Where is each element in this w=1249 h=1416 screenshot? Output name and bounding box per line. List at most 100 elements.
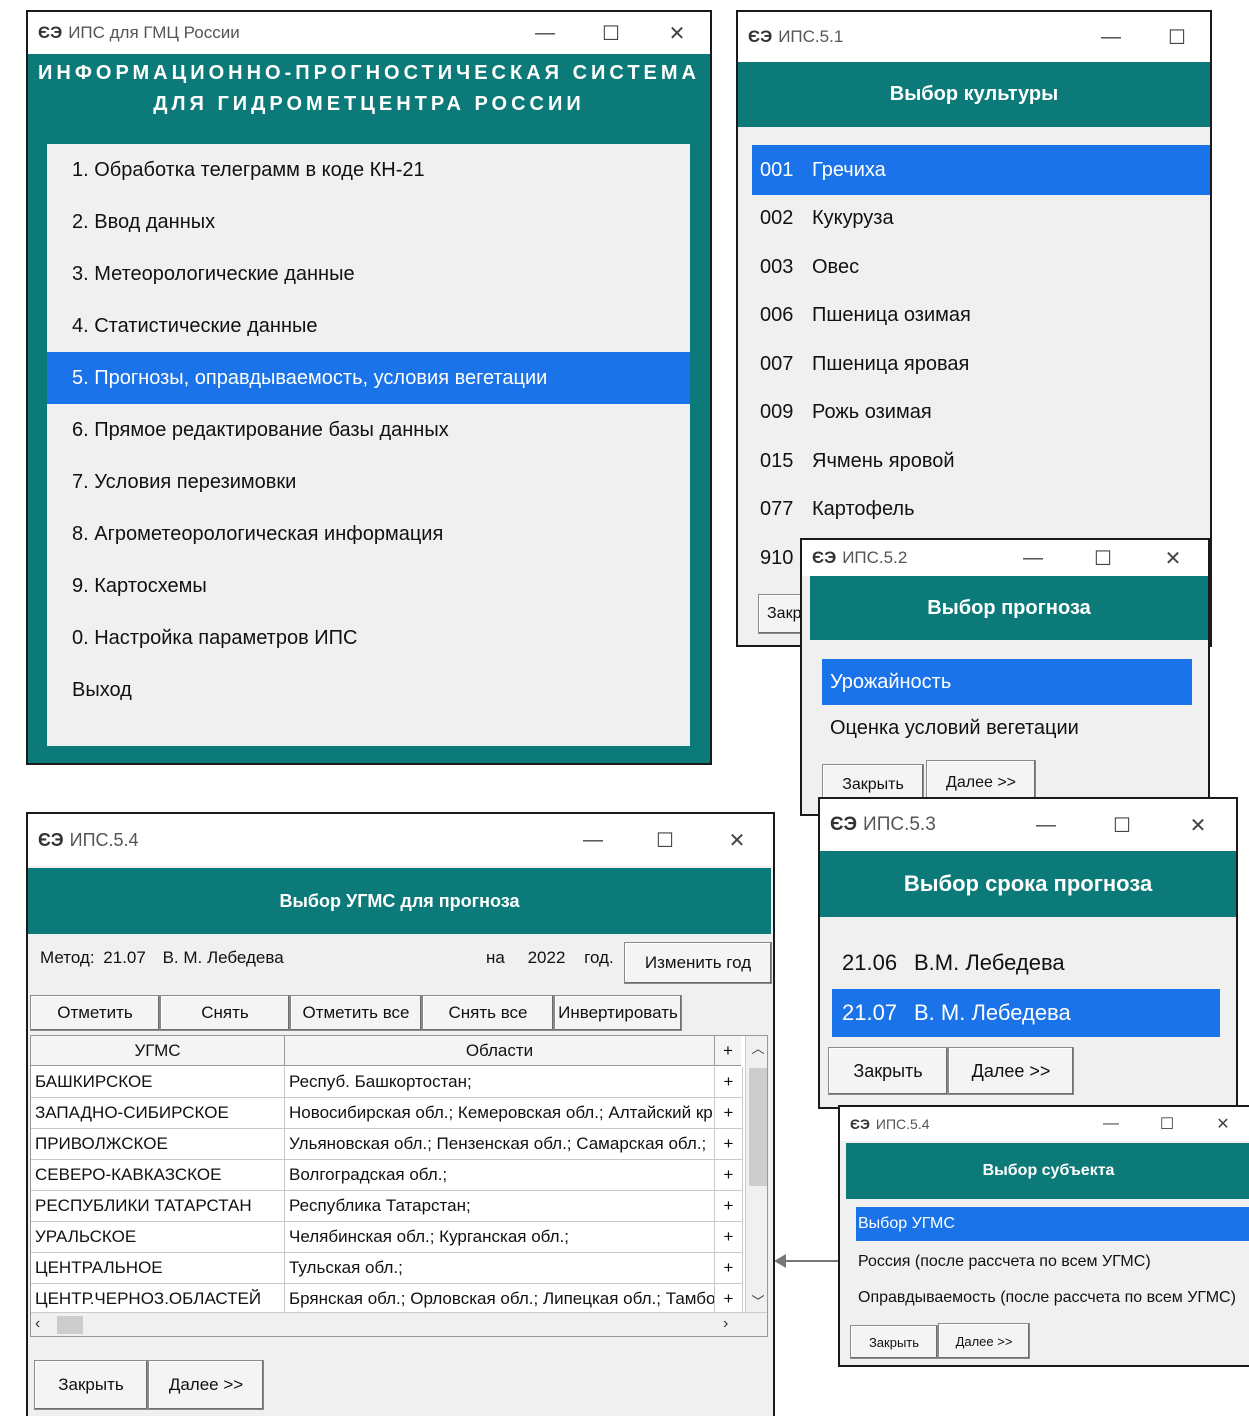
- subject-close-button[interactable]: Закрыть: [850, 1325, 938, 1359]
- forecast-titlebar[interactable]: ЄЭ ИПС.5.2 — ☐ ✕: [802, 540, 1208, 576]
- horizontal-scrollbar[interactable]: ‹ ›: [31, 1312, 767, 1336]
- maximize-icon[interactable]: ☐: [1084, 813, 1160, 838]
- cell-mark[interactable]: +: [715, 1129, 743, 1159]
- term-titlebar[interactable]: ЄЭ ИПС.5.3 — ☐ ✕: [820, 799, 1236, 851]
- table-row[interactable]: ЦЕНТР.ЧЕРНОЗ.ОБЛАСТЕЙ Брянская обл.; Орло…: [31, 1284, 743, 1315]
- culture-code: 006: [760, 304, 794, 326]
- menu-item-1[interactable]: 1. Обработка телеграмм в коде КН-21: [47, 144, 690, 196]
- method-code: 21.07: [103, 948, 146, 967]
- table-row[interactable]: БАШКИРСКОЕ Респуб. Башкортостан; +: [31, 1067, 743, 1098]
- menu-item-3[interactable]: 3. Метеорологические данные: [47, 248, 690, 300]
- column-header-mark[interactable]: +: [715, 1036, 741, 1065]
- cell-mark[interactable]: +: [715, 1253, 743, 1283]
- scroll-left-icon[interactable]: ‹: [35, 1315, 40, 1333]
- ugms-close-button[interactable]: Закрыть: [34, 1360, 148, 1410]
- culture-item-001[interactable]: 001 Гречиха: [752, 145, 1210, 195]
- close-icon[interactable]: ✕: [701, 828, 773, 853]
- menu-item-8[interactable]: 8. Агрометеорологическая информация: [47, 508, 690, 560]
- culture-item-002[interactable]: 002 Кукуруза: [752, 194, 1210, 244]
- toolbar-button-3[interactable]: Отметить все: [290, 995, 422, 1031]
- forecast-item-yield[interactable]: Урожайность: [822, 659, 1192, 705]
- toolbar-button-1[interactable]: Отметить: [30, 995, 160, 1031]
- close-icon[interactable]: ✕: [1138, 546, 1208, 571]
- maximize-icon[interactable]: ☐: [1068, 546, 1138, 571]
- culture-titlebar[interactable]: ЄЭ ИПС.5.1 — ☐: [738, 12, 1210, 62]
- table-row[interactable]: УРАЛЬСКОЕ Челябинская обл.; Курганская об…: [31, 1222, 743, 1253]
- scroll-right-icon[interactable]: ›: [723, 1315, 728, 1333]
- close-icon[interactable]: ✕: [1195, 1114, 1249, 1134]
- culture-name: Картофель: [812, 498, 915, 520]
- menu-item-6[interactable]: 6. Прямое редактирование базы данных: [47, 404, 690, 456]
- cell-mark[interactable]: +: [715, 1098, 743, 1128]
- culture-item-003[interactable]: 003 Овес: [752, 242, 1210, 292]
- term-item-2106[interactable]: 21.06 В.М. Лебедева: [834, 941, 1220, 985]
- scroll-thumb[interactable]: [749, 1068, 767, 1186]
- menu-item-4[interactable]: 4. Статистические данные: [47, 300, 690, 352]
- term-next-button[interactable]: Далее >>: [948, 1047, 1074, 1095]
- minimize-icon[interactable]: —: [1083, 1115, 1139, 1133]
- scroll-thumb-h[interactable]: [57, 1316, 83, 1334]
- cell-mark[interactable]: +: [715, 1222, 743, 1252]
- subject-item-russia[interactable]: Россия (после рассчета по всем УГМС): [856, 1245, 1249, 1279]
- ugms-next-button[interactable]: Далее >>: [148, 1360, 264, 1410]
- menu-item-11[interactable]: Выход: [47, 664, 690, 716]
- menu-item-5[interactable]: 5. Прогнозы, оправдываемость, условия ве…: [47, 352, 690, 404]
- toolbar-button-5[interactable]: Инвертировать: [554, 995, 682, 1031]
- maximize-icon[interactable]: ☐: [1144, 25, 1210, 50]
- cell-mark[interactable]: +: [715, 1160, 743, 1190]
- cell-mark[interactable]: +: [715, 1067, 743, 1097]
- close-icon[interactable]: ✕: [1160, 813, 1236, 838]
- forecast-item-vegetation[interactable]: Оценка условий вегетации: [822, 706, 1192, 750]
- culture-code: 007: [760, 352, 794, 375]
- ugms-header: Выбор УГМС для прогноза: [28, 868, 771, 934]
- scroll-down-icon[interactable]: ﹀: [746, 1291, 767, 1310]
- minimize-icon[interactable]: —: [557, 829, 629, 852]
- minimize-icon[interactable]: —: [998, 547, 1068, 570]
- forecast-item-label: Оценка условий вегетации: [830, 716, 1079, 739]
- minimize-icon[interactable]: —: [512, 22, 578, 45]
- close-icon[interactable]: ✕: [644, 21, 710, 46]
- subject-item-ugms[interactable]: Выбор УГМС: [856, 1207, 1249, 1241]
- main-titlebar[interactable]: ЄЭ ИПС для ГМЦ России — ☐ ✕: [28, 12, 710, 54]
- cell-ugms: БАШКИРСКОЕ: [31, 1067, 285, 1097]
- table-row[interactable]: ПРИВОЛЖСКОЕ Ульяновская обл.; Пензенская …: [31, 1129, 743, 1160]
- minimize-icon[interactable]: —: [1078, 26, 1144, 49]
- term-close-button[interactable]: Закрыть: [828, 1047, 948, 1095]
- subject-titlebar[interactable]: ЄЭ ИПС.5.4 — ☐ ✕: [840, 1107, 1249, 1141]
- column-header-regions[interactable]: Области: [285, 1036, 715, 1065]
- subject-header: Выбор субъекта: [846, 1143, 1249, 1199]
- table-row[interactable]: РЕСПУБЛИКИ ТАТАРСТАН Республика Татарстан…: [31, 1191, 743, 1222]
- subject-next-button[interactable]: Далее >>: [938, 1323, 1030, 1359]
- cell-regions: Тульская обл.;: [285, 1253, 715, 1283]
- table-row[interactable]: СЕВЕРО-КАВКАЗСКОЕ Волгоградская обл.; +: [31, 1160, 743, 1191]
- culture-item-077[interactable]: 077 Картофель: [752, 485, 1210, 535]
- menu-item-10[interactable]: 0. Настройка параметров ИПС: [47, 612, 690, 664]
- cell-mark[interactable]: +: [715, 1191, 743, 1221]
- scroll-up-icon[interactable]: ︿: [746, 1038, 767, 1057]
- column-header-ugms[interactable]: УГМС: [31, 1036, 285, 1065]
- culture-item-007[interactable]: 007 Пшеница яровая: [752, 339, 1210, 389]
- maximize-icon[interactable]: ☐: [578, 21, 644, 46]
- culture-item-015[interactable]: 015 Ячмень яровой: [752, 436, 1210, 486]
- vertical-scrollbar[interactable]: ︿ ﹀: [745, 1036, 767, 1312]
- method-info: Метод: 21.07 В. М. Лебедева: [40, 948, 284, 968]
- culture-item-006[interactable]: 006 Пшеница озимая: [752, 291, 1210, 341]
- culture-item-009[interactable]: 009 Рожь озимая: [752, 388, 1210, 438]
- maximize-icon[interactable]: ☐: [1139, 1114, 1195, 1134]
- subject-item-accuracy[interactable]: Оправдываемость (после рассчета по всем …: [856, 1281, 1249, 1315]
- maximize-icon[interactable]: ☐: [629, 828, 701, 853]
- toolbar-button-2[interactable]: Снять: [160, 995, 290, 1031]
- toolbar-button-4[interactable]: Снять все: [422, 995, 554, 1031]
- table-row[interactable]: ЦЕНТРАЛЬНОЕ Тульская обл.; +: [31, 1253, 743, 1284]
- minimize-icon[interactable]: —: [1008, 814, 1084, 837]
- term-code: 21.06: [842, 950, 898, 975]
- term-item-2107[interactable]: 21.07 В. М. Лебедева: [832, 989, 1220, 1037]
- cell-mark[interactable]: +: [715, 1284, 743, 1314]
- ugms-titlebar[interactable]: ЄЭ ИПС.5.4 — ☐ ✕: [28, 814, 773, 866]
- cell-ugms: РЕСПУБЛИКИ ТАТАРСТАН: [31, 1191, 285, 1221]
- change-year-button[interactable]: Изменить год: [624, 942, 772, 984]
- menu-item-2[interactable]: 2. Ввод данных: [47, 196, 690, 248]
- table-row[interactable]: ЗАПАДНО-СИБИРСКОЕ Новосибирская обл.; Кем…: [31, 1098, 743, 1129]
- menu-item-7[interactable]: 7. Условия перезимовки: [47, 456, 690, 508]
- menu-item-9[interactable]: 9. Картосхемы: [47, 560, 690, 612]
